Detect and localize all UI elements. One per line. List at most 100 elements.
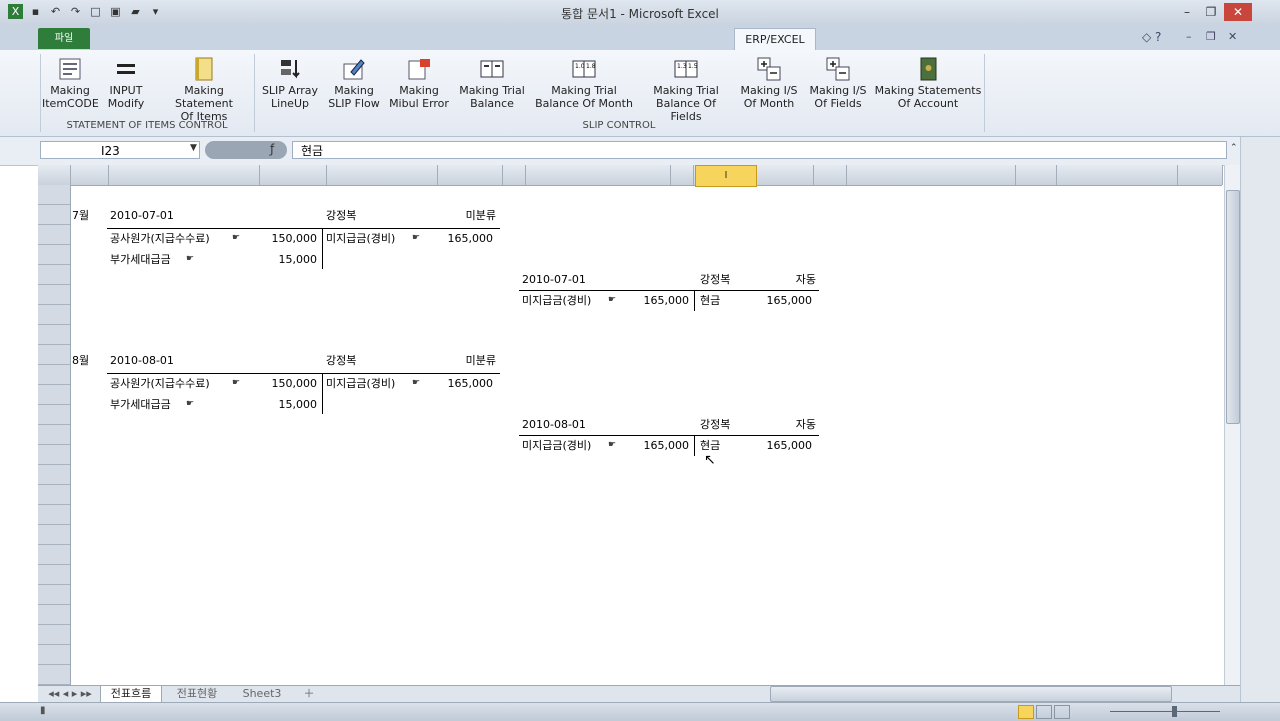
horizontal-scroll-thumb[interactable] — [770, 686, 1172, 702]
formula-input[interactable]: 현금 — [292, 141, 1227, 159]
column-header[interactable] — [327, 165, 438, 185]
ribbon-button[interactable]: Making Mibul Error — [388, 52, 450, 120]
payment-status[interactable]: 자동 — [760, 273, 816, 287]
insert-function-icon[interactable]: ƒ — [270, 142, 274, 156]
debit-amount[interactable]: 150,000 — [250, 377, 318, 391]
zoom-slider-handle[interactable] — [1172, 706, 1177, 717]
page-break-view-icon[interactable] — [1054, 705, 1070, 719]
journal-status[interactable]: 미분류 — [430, 354, 496, 368]
payment-debit-amount[interactable]: 165,000 — [625, 439, 690, 453]
debit-account[interactable]: 부가세대급금 — [110, 253, 171, 267]
payment-status[interactable]: 자동 — [760, 418, 816, 432]
normal-view-icon[interactable] — [1018, 705, 1034, 719]
tab-team[interactable] — [700, 29, 728, 48]
tab-layout[interactable] — [180, 29, 232, 48]
tab-home[interactable] — [96, 29, 128, 48]
debit-amount[interactable]: 15,000 — [250, 253, 318, 267]
row-headers[interactable] — [38, 185, 71, 685]
debit-amount[interactable]: 150,000 — [250, 232, 318, 246]
column-header[interactable] — [671, 165, 694, 185]
tab-erp-excel[interactable]: ERP/EXCEL — [734, 28, 816, 51]
column-header[interactable] — [71, 165, 109, 185]
ribbon-button[interactable]: Making Statements Of Account — [874, 52, 982, 120]
tab-data[interactable] — [390, 29, 442, 48]
payment-date[interactable]: 2010-08-01 — [522, 418, 586, 432]
credit-amount[interactable]: 165,000 — [430, 377, 494, 391]
ribbon-button[interactable]: Making I/S Of Month — [736, 52, 802, 120]
ribbon-button[interactable]: Making SLIP Flow — [326, 52, 382, 120]
debit-account[interactable]: 공사원가(지급수수료) — [110, 232, 210, 246]
restore-icon[interactable]: ❐ — [1200, 3, 1222, 21]
payment-credit-account[interactable]: 현금 — [700, 439, 720, 453]
payment-credit-amount[interactable]: 165,000 — [750, 439, 813, 453]
ribbon-button[interactable]: 1.0 1.8 Making Trial Balance Of Month — [532, 52, 636, 120]
help-icon[interactable]: ◇ ? — [1142, 30, 1161, 44]
workbook-restore-icon[interactable]: ❐ — [1206, 30, 1216, 43]
ribbon-button[interactable]: Making Trial Balance — [456, 52, 528, 120]
month-label[interactable]: 7월 — [72, 209, 89, 223]
payment-credit-account[interactable]: 현금 — [700, 294, 720, 308]
ribbon-button[interactable]: SLIP Array LineUp — [258, 52, 322, 120]
credit-account[interactable]: 미지급금(경비) — [326, 377, 395, 391]
tab-review[interactable] — [446, 29, 490, 48]
column-header[interactable] — [847, 165, 1016, 185]
column-header[interactable] — [1057, 165, 1178, 185]
payment-debit-account[interactable]: 미지급금(경비) — [522, 439, 591, 453]
column-header[interactable] — [438, 165, 503, 185]
minimize-icon[interactable]: – — [1176, 3, 1198, 21]
page-layout-view-icon[interactable] — [1036, 705, 1052, 719]
payment-credit-amount[interactable]: 165,000 — [750, 294, 813, 308]
column-header-selected[interactable]: I — [695, 165, 757, 187]
tab-page-layout[interactable] — [236, 29, 336, 48]
ribbon-button[interactable]: INPUT Modify — [100, 52, 152, 120]
payment-debit-amount[interactable]: 165,000 — [625, 294, 690, 308]
zoom-slider[interactable] — [1110, 711, 1220, 712]
journal-person[interactable]: 강정복 — [326, 209, 356, 223]
tab-formulas[interactable] — [340, 29, 384, 48]
credit-amount[interactable]: 165,000 — [430, 232, 494, 246]
journal-date[interactable]: 2010-07-01 — [110, 209, 174, 223]
journal-person[interactable]: 강정복 — [326, 354, 356, 368]
tab-developer[interactable] — [548, 29, 616, 48]
vertical-scroll-thumb[interactable] — [1226, 190, 1240, 424]
ribbon-button[interactable]: Making I/S Of Fields — [806, 52, 870, 120]
workbook-close-icon[interactable]: ✕ — [1228, 30, 1237, 43]
journal-status[interactable]: 미분류 — [430, 209, 496, 223]
column-header[interactable] — [503, 165, 526, 185]
workbook-minimize-icon[interactable]: – — [1186, 30, 1192, 43]
column-header[interactable] — [1016, 165, 1057, 185]
payment-person[interactable]: 강정복 — [700, 273, 730, 287]
new-sheet-icon[interactable]: ＋ — [294, 686, 324, 702]
debit-account[interactable]: 부가세대급금 — [110, 398, 171, 412]
column-header[interactable] — [526, 165, 671, 185]
payment-debit-account[interactable]: 미지급금(경비) — [522, 294, 591, 308]
column-header[interactable] — [757, 165, 814, 185]
ribbon-button[interactable]: Making ItemCODE — [42, 52, 99, 120]
debit-amount[interactable]: 15,000 — [250, 398, 318, 412]
payment-date[interactable]: 2010-07-01 — [522, 273, 586, 287]
sheet-tab[interactable]: Sheet3 — [234, 686, 290, 702]
ribbon-button[interactable]: 1.3 1.5 Making Trial Balance Of Fields — [640, 52, 732, 123]
journal-date[interactable]: 2010-08-01 — [110, 354, 174, 368]
debit-account[interactable]: 공사원가(지급수수료) — [110, 377, 210, 391]
credit-account[interactable]: 미지급금(경비) — [326, 232, 395, 246]
sheet-tab[interactable]: 전표현황 — [164, 686, 230, 702]
sheet-tab-active[interactable]: 전표흐름 — [100, 686, 162, 703]
name-box-dropdown-icon[interactable]: ▼ — [190, 143, 197, 153]
payment-person[interactable]: 강정복 — [700, 418, 730, 432]
tab-view[interactable] — [494, 29, 538, 48]
name-box[interactable]: I23 — [40, 141, 200, 159]
tab-addins[interactable] — [624, 29, 692, 48]
close-icon[interactable]: ✕ — [1224, 3, 1252, 21]
tab-insert[interactable] — [132, 29, 176, 48]
column-header[interactable] — [260, 165, 327, 185]
column-header[interactable] — [814, 165, 847, 185]
column-header[interactable] — [109, 165, 260, 185]
ribbon-button[interactable]: Making Statement Of Items — [156, 52, 252, 123]
column-header[interactable] — [1178, 165, 1223, 185]
month-label[interactable]: 8월 — [72, 354, 89, 368]
select-all-corner[interactable] — [38, 165, 71, 185]
sheet-nav-arrows-icon[interactable]: ◂◂ ◂ ▸ ▸▸ — [42, 686, 98, 702]
expand-formula-icon[interactable]: ⌃ — [1230, 143, 1238, 153]
tab-file[interactable]: 파일 — [38, 28, 90, 49]
